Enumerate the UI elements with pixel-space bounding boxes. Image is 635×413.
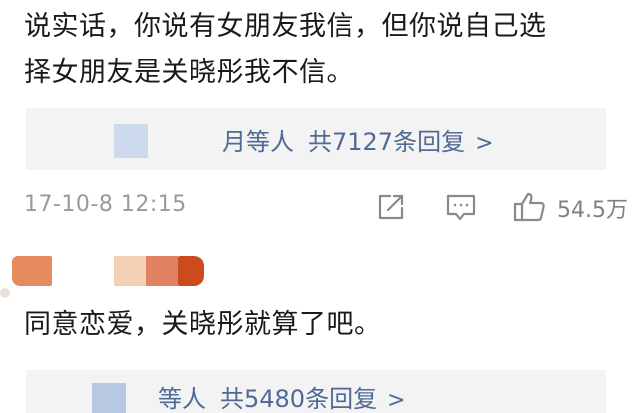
redacted-avatar bbox=[12, 256, 52, 286]
avatar-fragment bbox=[0, 288, 10, 298]
chevron-right-icon: > bbox=[475, 131, 494, 156]
comment-feed: 说实话，你说有女朋友我信，但你说自己选 择女朋友是关晓彤我不信。 月等人 共712… bbox=[0, 0, 635, 413]
comment-2-user[interactable] bbox=[0, 252, 635, 292]
comment-1-body: 说实话，你说有女朋友我信，但你说自己选 择女朋友是关晓彤我不信。 bbox=[24, 4, 624, 96]
timestamp: 17-10-8 12:15 bbox=[24, 192, 187, 217]
comment-icon[interactable] bbox=[444, 190, 478, 228]
comment-2-reply-summary[interactable]: 等人 共5480条回复 > bbox=[26, 370, 606, 413]
reply-count: 共5480条回复 bbox=[220, 385, 378, 413]
comment-1-line-2: 择女朋友是关晓彤我不信。 bbox=[24, 57, 354, 88]
comment-2-body: 同意恋爱，关晓彤就算了吧。 bbox=[24, 309, 382, 340]
redacted-username-part bbox=[178, 256, 204, 286]
like-icon[interactable] bbox=[512, 190, 548, 228]
redacted-username-part bbox=[146, 256, 178, 286]
reply-users: 等人 bbox=[158, 385, 206, 413]
reply-users: 月等人 bbox=[222, 128, 294, 156]
reply-link[interactable]: 等人 共5480条回复 > bbox=[158, 379, 406, 413]
comment-1-meta: 17-10-8 12:15 54.5万 bbox=[0, 186, 635, 226]
share-icon[interactable] bbox=[374, 190, 408, 228]
chevron-right-icon: > bbox=[387, 388, 406, 413]
reply-avatar bbox=[114, 124, 148, 158]
comment-1-line-1: 说实话，你说有女朋友我信，但你说自己选 bbox=[24, 11, 547, 42]
reply-avatar bbox=[92, 383, 126, 413]
comment-1-reply-summary[interactable]: 月等人 共7127条回复 > bbox=[26, 108, 606, 170]
redacted-username-part bbox=[114, 256, 146, 286]
like-count: 54.5万 bbox=[557, 198, 628, 223]
reply-link[interactable]: 月等人 共7127条回复 > bbox=[222, 122, 494, 157]
reply-count: 共7127条回复 bbox=[308, 128, 466, 156]
